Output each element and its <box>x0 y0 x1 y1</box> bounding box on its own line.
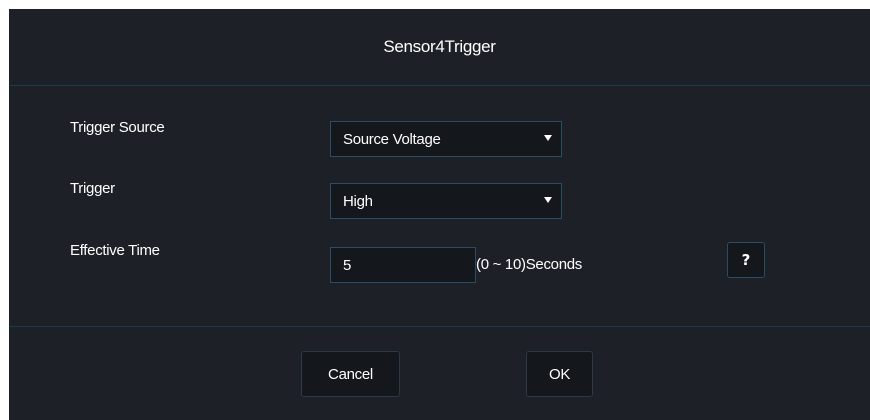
caret-down-icon <box>544 135 552 141</box>
ok-button[interactable]: OK <box>526 351 593 397</box>
help-button[interactable]: ? <box>727 242 765 278</box>
dialog-body: Trigger Source Source Voltage Trigger Hi… <box>9 86 870 327</box>
dialog-header: Sensor4Trigger <box>9 9 870 86</box>
effective-time-label: Effective Time <box>70 242 160 259</box>
trigger-value: High <box>343 193 373 210</box>
dialog-footer: Cancel OK <box>9 327 870 420</box>
caret-down-icon <box>544 197 552 203</box>
sensor-trigger-dialog: Sensor4Trigger Trigger Source Source Vol… <box>9 9 870 420</box>
effective-time-input[interactable] <box>330 247 476 283</box>
question-mark-icon: ? <box>741 251 751 269</box>
trigger-select[interactable]: High <box>330 183 562 219</box>
trigger-label: Trigger <box>70 180 115 197</box>
effective-time-range-hint: (0 ~ 10)Seconds <box>476 256 582 273</box>
trigger-source-select[interactable]: Source Voltage <box>330 121 562 157</box>
cancel-button[interactable]: Cancel <box>301 351 400 397</box>
trigger-source-value: Source Voltage <box>343 131 441 148</box>
trigger-source-label: Trigger Source <box>70 119 165 136</box>
dialog-title: Sensor4Trigger <box>383 37 496 56</box>
